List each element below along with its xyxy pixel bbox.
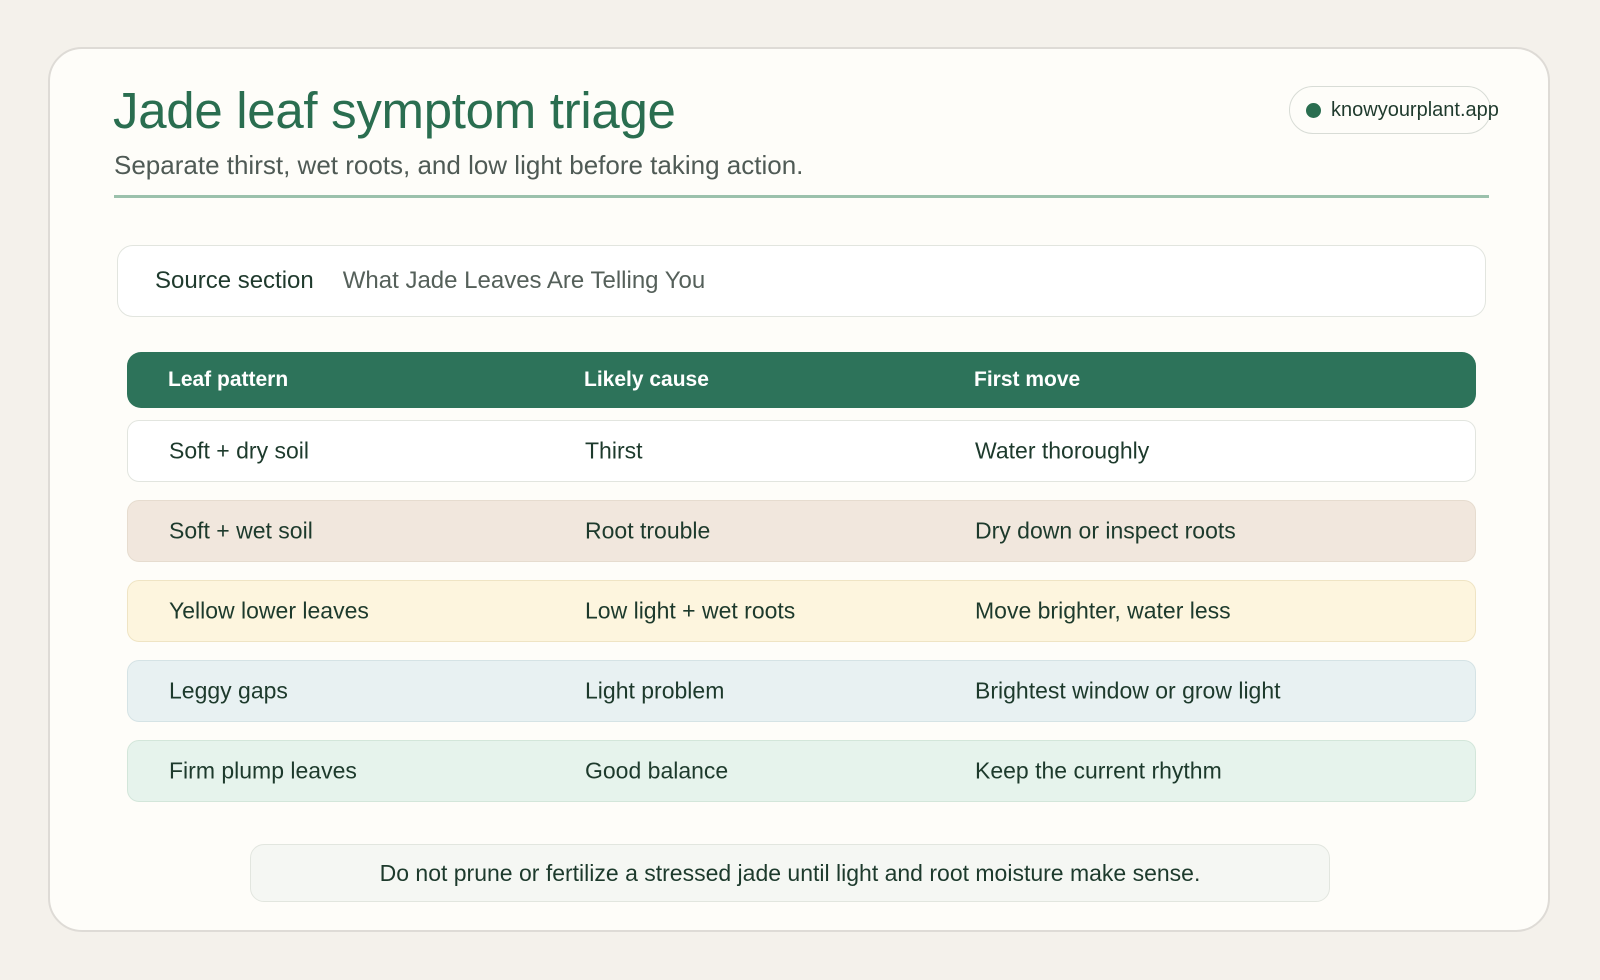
header-divider bbox=[114, 195, 1489, 198]
table-row: Yellow lower leaves Low light + wet root… bbox=[127, 580, 1476, 642]
source-section-label: Source section bbox=[155, 267, 314, 294]
column-header-leaf-pattern: Leaf pattern bbox=[168, 368, 289, 391]
first-move-cell: Keep the current rhythm bbox=[975, 757, 1222, 784]
caution-note: Do not prune or fertilize a stressed jad… bbox=[250, 844, 1330, 902]
table-row: Soft + wet soil Root trouble Dry down or… bbox=[127, 500, 1476, 562]
leaf-pattern-cell: Firm plump leaves bbox=[169, 757, 357, 784]
leaf-pattern-cell: Leggy gaps bbox=[169, 677, 288, 704]
first-move-cell: Dry down or inspect roots bbox=[975, 517, 1236, 544]
status-dot-icon bbox=[1306, 102, 1321, 118]
likely-cause-cell: Low light + wet roots bbox=[585, 597, 796, 624]
likely-cause-cell: Good balance bbox=[585, 757, 729, 784]
first-move-cell: Water thoroughly bbox=[975, 437, 1150, 464]
table-header: Leaf pattern Likely cause First move bbox=[127, 352, 1476, 408]
table-row: Soft + dry soil Thirst Water thoroughly bbox=[127, 420, 1476, 482]
first-move-cell: Brightest window or grow light bbox=[975, 677, 1281, 704]
table-row: Leggy gaps Light problem Brightest windo… bbox=[127, 660, 1476, 722]
column-header-likely-cause: Likely cause bbox=[584, 368, 709, 391]
page-title: Jade leaf symptom triage bbox=[113, 82, 676, 139]
column-header-first-move: First move bbox=[974, 368, 1081, 391]
leaf-pattern-cell: Soft + dry soil bbox=[169, 437, 309, 464]
site-badge[interactable]: knowyourplant.app bbox=[1289, 86, 1499, 134]
leaf-pattern-cell: Yellow lower leaves bbox=[169, 597, 369, 624]
leaf-pattern-cell: Soft + wet soil bbox=[169, 517, 313, 544]
triage-card: Jade leaf symptom triage Separate thirst… bbox=[48, 47, 1550, 932]
source-section-value: What Jade Leaves Are Telling You bbox=[342, 267, 706, 294]
page-subtitle: Separate thirst, wet roots, and low ligh… bbox=[114, 150, 804, 180]
site-badge-label: knowyourplant.app bbox=[1331, 98, 1499, 121]
table-row: Firm plump leaves Good balance Keep the … bbox=[127, 740, 1476, 802]
likely-cause-cell: Thirst bbox=[585, 437, 643, 464]
first-move-cell: Move brighter, water less bbox=[975, 597, 1231, 624]
likely-cause-cell: Light problem bbox=[585, 677, 725, 704]
likely-cause-cell: Root trouble bbox=[585, 517, 711, 544]
source-section-box: Source section What Jade Leaves Are Tell… bbox=[117, 245, 1486, 317]
